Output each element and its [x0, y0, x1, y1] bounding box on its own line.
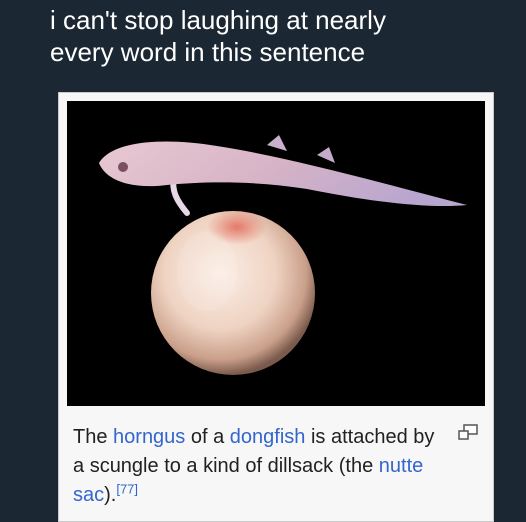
horngus-link[interactable]: horngus	[113, 426, 185, 448]
caption-word-close: ).	[104, 484, 117, 506]
caption-word-the-paren: (the	[338, 455, 374, 477]
caption-word-scungle: scungle	[89, 455, 159, 477]
enlarge-icon-graphic	[458, 424, 478, 440]
wiki-thumbnail-card: The horngus of a dongfish is attached by…	[58, 92, 494, 522]
dongfish-link[interactable]: dongfish	[230, 426, 306, 448]
caption-word-to-kind: to a kind of	[164, 455, 263, 477]
caption-word-the: The	[73, 426, 108, 448]
caption-word-of-a: of a	[190, 426, 225, 448]
dogfish-embryo-photo[interactable]	[67, 101, 485, 406]
caption-word-dillsack: dillsack	[267, 455, 334, 477]
citation-link[interactable]: [77]	[116, 481, 138, 496]
caption-line-2: every word in this sentence	[50, 37, 366, 67]
caption-word-is: is	[310, 426, 326, 448]
caption-line-1: i can't stop laughing at nearly	[50, 5, 386, 35]
magnify-clip-icon[interactable]	[457, 423, 479, 441]
meme-caption: i can't stop laughing at nearly every wo…	[50, 4, 510, 68]
wiki-caption-text: The horngus of a dongfish is attached by…	[73, 423, 443, 510]
embryo-illustration	[67, 101, 485, 406]
